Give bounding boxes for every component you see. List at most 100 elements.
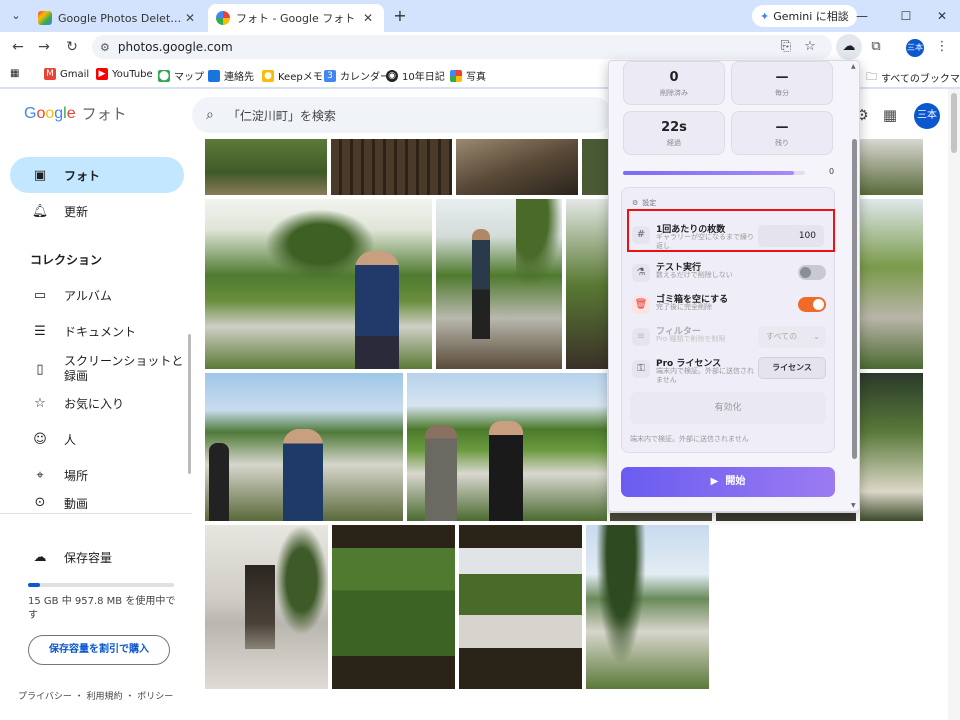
nav-people[interactable]: ☺ 人 [10,421,184,457]
photo-thumbnail[interactable] [205,525,328,689]
nav-favorites[interactable]: ☆ お気に入り [10,385,184,421]
location-pin-icon: ⌖ [36,467,44,483]
window-close-icon[interactable]: ✕ [932,6,952,26]
nav-places[interactable]: ⌖ 場所 [10,457,184,493]
search-bar[interactable]: ⌕ 「仁淀川町」を検索 [192,97,612,133]
folder-icon: 🗀 [866,70,877,83]
photo-thumbnail[interactable] [459,525,582,689]
sidebar-scrollbar[interactable] [188,334,191,474]
nav-albums[interactable]: ▭ アルバム [10,277,184,313]
google-photos-logo[interactable]: Google フォト [24,103,127,124]
collections-heading: コレクション [30,253,103,267]
photo-thumbnail[interactable] [610,513,712,521]
site-info-icon[interactable]: ⚙ [100,41,110,54]
play-icon: ▶ [710,476,719,487]
photo-thumbnail[interactable] [436,199,562,369]
photo-thumbnail[interactable] [582,139,608,195]
tab-close-icon[interactable]: ✕ [182,11,198,25]
photo-thumbnail[interactable] [860,139,923,195]
photo-thumbnail[interactable] [586,525,709,689]
bookmark-photos[interactable]: 写真 [450,68,486,83]
photo-thumbnail[interactable] [566,199,608,369]
tab-close-icon[interactable]: ✕ [360,11,376,25]
delete-tool-extension-icon[interactable]: ☁ [836,34,862,60]
maps-pin-icon: ⬤ [158,69,170,82]
bookmark-diary[interactable]: ◉ 10年日記 [386,68,445,83]
minimize-icon[interactable]: — [852,6,872,26]
tab-delete-tool[interactable]: Google Photos Delete Tool - Ch ✕ [30,4,206,32]
start-button[interactable]: ▶ 開始 [621,467,835,497]
popup-scrollbar[interactable]: ▲ ▼ [850,63,859,509]
photo-thumbnail[interactable] [860,199,923,369]
new-tab-icon[interactable]: + [390,6,410,26]
nav-screenshots[interactable]: ▯ スクリーンショットと録画 [10,349,184,389]
page-scrollbar[interactable] [948,89,960,720]
apps-grid-icon[interactable]: ▦ [880,105,900,125]
reload-icon[interactable]: ↻ [62,37,82,57]
photo-thumbnail[interactable] [407,373,607,521]
extensions-puzzle-icon[interactable]: ⧉ [866,37,886,57]
photo-thumbnail[interactable] [205,139,327,195]
scroll-down-icon[interactable]: ▼ [851,502,856,509]
scroll-up-icon[interactable]: ▲ [851,63,856,70]
photo-icon: ▣ [33,167,47,183]
row-test-run: ⚗ テスト実行 数えるだけで削除しない [628,256,830,290]
bookmark-keep[interactable]: ● Keepメモ [262,68,323,83]
nav-label: ドキュメント [64,324,137,339]
nav-updates[interactable]: 🔔︎ 更新 [10,193,184,229]
settings-gear-icon: ⚙ [632,199,639,207]
chrome-menu-icon[interactable]: ⋮ [932,37,952,57]
stat-value: 22s [661,120,687,135]
license-button[interactable]: ライセンス [758,357,826,379]
footer-links[interactable]: プライバシー ・ 利用規約 ・ ポリシー [18,689,173,702]
back-icon[interactable]: ← [8,37,28,57]
maximize-icon[interactable]: ☐ [896,6,916,26]
bookmark-gmail[interactable]: M Gmail [44,68,89,80]
bookmark-youtube[interactable]: ▶ YouTube [96,68,153,80]
bookmark-contacts[interactable]: 👤 連絡先 [208,68,254,83]
nav-videos[interactable]: ⊙ 動画 [10,493,184,509]
photo-thumbnail[interactable] [332,525,455,689]
bookmark-star-icon[interactable]: ☆ [800,37,820,57]
bookmark-label: 写真 [466,72,486,83]
row-filter: ≡ フィルター Pro 種類で削除を制限 すべての ⌄ [628,320,830,354]
nav-label: お気に入り [64,396,125,411]
enable-button[interactable]: 有効化 [630,392,826,424]
nav-photos[interactable]: ▣ フォト [10,157,184,193]
profile-avatar[interactable]: 三本 [906,39,924,57]
face-icon: ☺ [33,431,47,447]
page-scrollbar-thumb[interactable] [951,93,957,153]
buy-storage-button[interactable]: 保存容量を割引で購入 [28,635,170,665]
account-avatar[interactable]: 三本 [914,103,940,129]
photo-thumbnail[interactable] [716,513,856,521]
photo-thumbnail[interactable] [456,139,578,195]
tab-search-icon[interactable]: ⌄ [6,6,26,26]
apps-grid-icon[interactable]: ▦ [10,68,19,79]
row-license: ⚿ Pro ライセンス 端末内で検証。外部に送信されません ライセンス [628,352,830,386]
all-bookmarks[interactable]: 🗀 すべてのブックマーク [866,68,960,87]
bookmark-maps[interactable]: ⬤ マップ [158,68,204,83]
settings-title: 設定 [642,199,657,207]
bookmark-label: カレンダー [340,72,390,83]
address-bar[interactable]: ⚙ photos.google.com [92,35,832,59]
tab-google-photos[interactable]: フォト - Google フォト ✕ [208,4,384,32]
forward-icon[interactable]: → [34,37,54,57]
contacts-icon: 👤 [208,69,220,82]
nav-storage[interactable]: ☁ 保存容量 [10,539,184,575]
photo-thumbnail[interactable] [205,373,403,521]
gemini-button[interactable]: ✦ Gemini に相談 [752,5,857,27]
popup-scrollbar-thumb[interactable] [852,139,857,459]
nav-label: スクリーンショットと録画 [64,354,184,383]
stat-elapsed: 22s 経過 [623,111,725,155]
test-run-toggle[interactable] [798,265,826,280]
filter-select[interactable]: すべての ⌄ [758,326,826,348]
empty-trash-toggle[interactable] [798,297,826,312]
nav-documents[interactable]: ☰ ドキュメント [10,313,184,349]
trash-icon: 🗑︎ [632,296,650,314]
diary-icon: ◉ [386,69,398,82]
install-app-icon[interactable]: ⎘ [776,37,796,57]
photo-thumbnail[interactable] [205,199,432,369]
photo-thumbnail[interactable] [331,139,452,195]
photo-thumbnail[interactable] [860,373,923,521]
bookmark-calendar[interactable]: 3 カレンダー [324,68,390,83]
